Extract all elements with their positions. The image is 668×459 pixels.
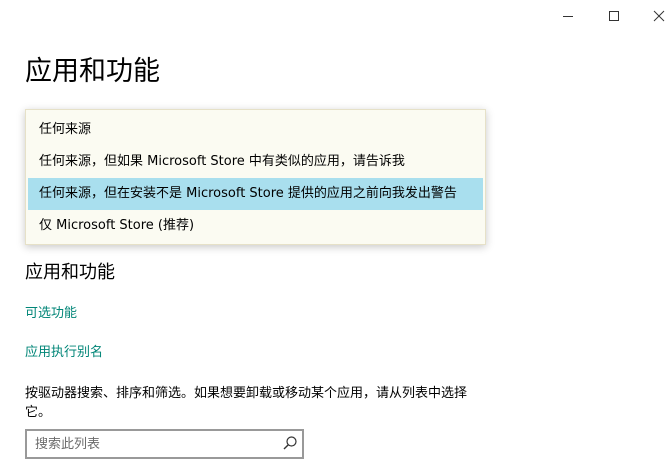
search-input[interactable] xyxy=(35,433,270,455)
minimize-icon xyxy=(563,16,573,17)
dropdown-option-anywhere[interactable]: 任何来源 xyxy=(28,114,483,146)
dropdown-option-anywhere-notify[interactable]: 任何来源，但如果 Microsoft Store 中有类似的应用，请告诉我 xyxy=(28,146,483,178)
search-box[interactable] xyxy=(25,429,304,459)
apps-description: 按驱动器搜索、排序和筛选。如果想要卸载或移动某个应用，请从列表中选择它。 xyxy=(25,386,468,420)
page-title: 应用和功能 xyxy=(25,56,160,87)
install-source-dropdown-list: 任何来源 任何来源，但如果 Microsoft Store 中有类似的应用，请告… xyxy=(25,109,486,245)
maximize-icon xyxy=(609,11,619,21)
close-button[interactable] xyxy=(636,0,668,32)
dropdown-option-store-only[interactable]: 仅 Microsoft Store (推荐) xyxy=(28,210,483,242)
close-icon xyxy=(653,10,665,22)
maximize-button[interactable] xyxy=(591,0,637,32)
optional-features-link[interactable]: 可选功能 xyxy=(25,304,77,324)
dropdown-option-anywhere-warn[interactable]: 任何来源，但在安装不是 Microsoft Store 提供的应用之前向我发出警… xyxy=(28,178,483,210)
app-execution-aliases-link[interactable]: 应用执行别名 xyxy=(25,343,103,363)
minimize-button[interactable] xyxy=(545,0,591,32)
section-heading-apps: 应用和功能 xyxy=(25,262,115,283)
